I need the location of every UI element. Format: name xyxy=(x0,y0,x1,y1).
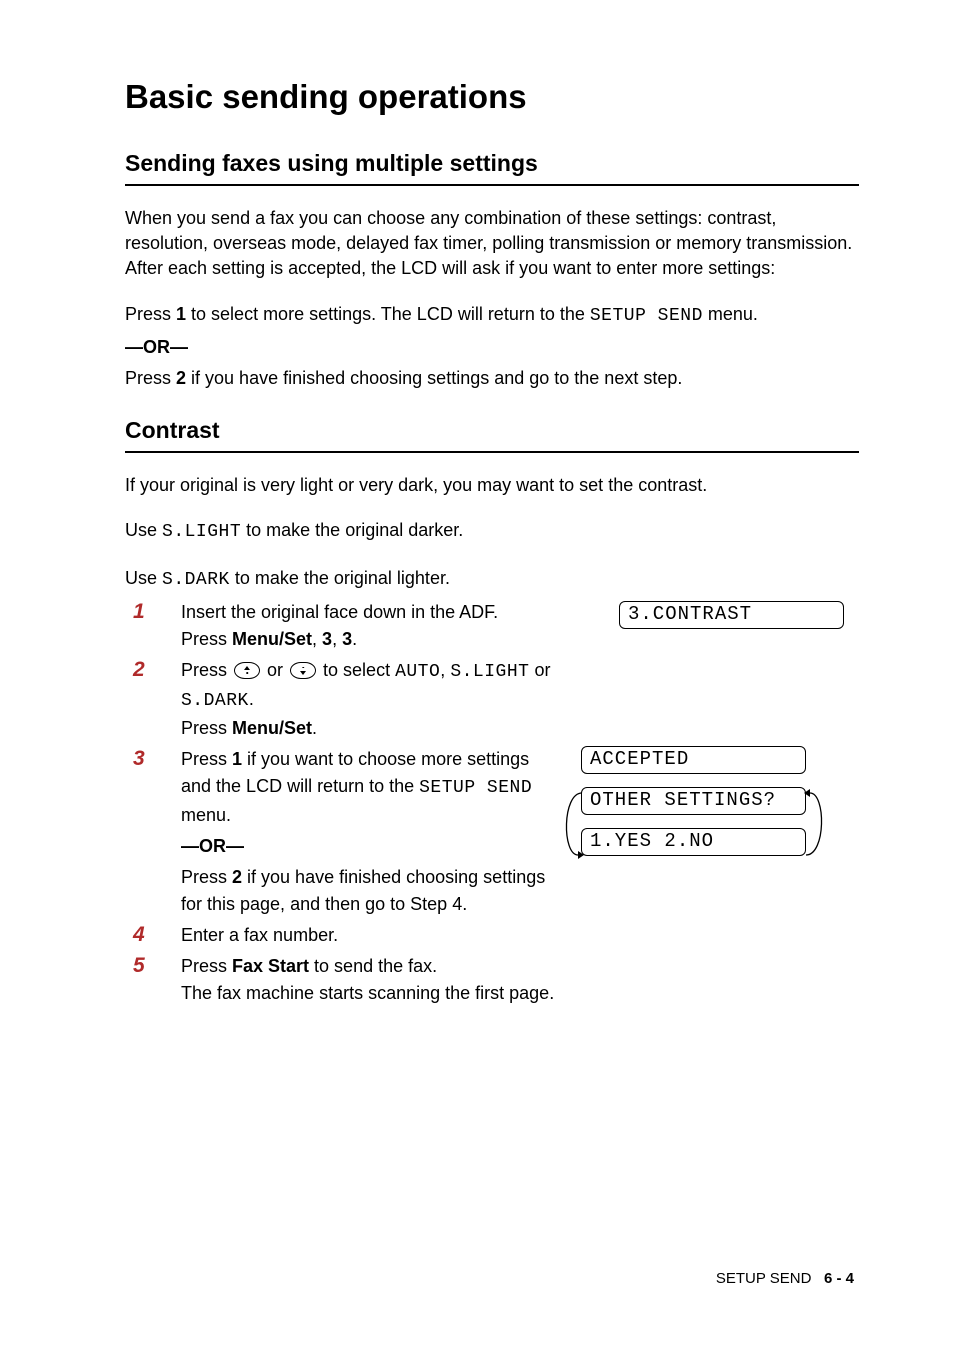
step-4: 4 Enter a fax number. xyxy=(133,922,859,949)
step-2: 2 Press or to select AUTO, S.LIGHT or S.… xyxy=(133,657,859,742)
step-number: 2 xyxy=(133,657,181,682)
step-number: 4 xyxy=(133,922,181,947)
down-arrow-icon xyxy=(290,662,316,679)
loop-arrow-icon xyxy=(804,789,832,859)
contrast-intro: If your original is very light or very d… xyxy=(125,473,859,498)
lcd-accepted: ACCEPTED xyxy=(581,746,806,774)
up-arrow-icon xyxy=(234,662,260,679)
slight-note: Use S.LIGHT to make the original darker. xyxy=(125,518,859,545)
section-sending-faxes: Sending faxes using multiple settings xyxy=(125,150,859,186)
press-2-text: Press 2 if you have finished choosing se… xyxy=(125,366,859,391)
intro-paragraph: When you send a fax you can choose any c… xyxy=(125,206,859,282)
or-divider: —OR— xyxy=(125,335,859,360)
step-number: 3 xyxy=(133,746,181,771)
step-1: 1 Insert the original face down in the A… xyxy=(133,599,859,653)
lcd-yes-no: 1.YES 2.NO xyxy=(581,828,806,856)
step-number: 5 xyxy=(133,953,181,978)
press-1-text: Press 1 to select more settings. The LCD… xyxy=(125,302,859,329)
lcd-other-settings: OTHER SETTINGS? xyxy=(581,787,806,815)
step-5: 5 Press Fax Start to send the fax. The f… xyxy=(133,953,859,1007)
step-number: 1 xyxy=(133,599,181,624)
sdark-note: Use S.DARK to make the original lighter. xyxy=(125,566,859,593)
page-title: Basic sending operations xyxy=(125,78,859,116)
section-contrast: Contrast xyxy=(125,417,859,453)
lcd-contrast: 3.CONTRAST xyxy=(619,601,844,629)
step-3: 3 Press 1 if you want to choose more set… xyxy=(133,746,859,918)
page-footer: SETUP SEND 6 - 4 xyxy=(716,1270,854,1287)
